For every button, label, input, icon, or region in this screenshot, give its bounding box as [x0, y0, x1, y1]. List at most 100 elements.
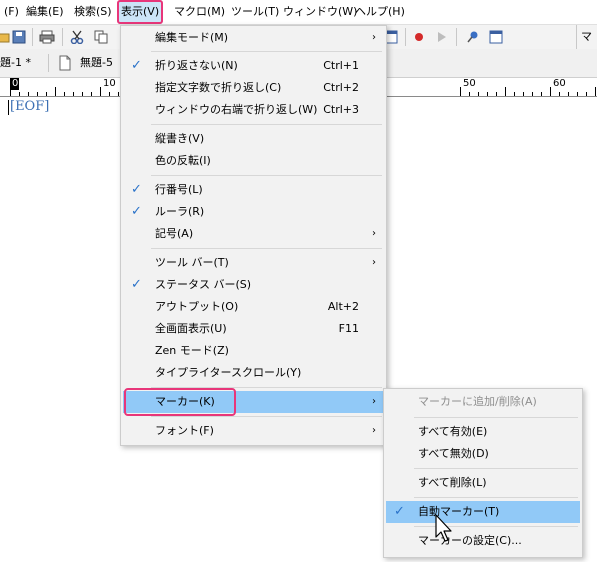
menu-separator: [151, 416, 382, 417]
ruler-tick: [595, 87, 596, 96]
menu-item-edit-mode[interactable]: 編集モード(M) ›: [123, 27, 384, 49]
menu-tools[interactable]: ツール(T): [227, 0, 283, 24]
check-icon: ✓: [131, 182, 142, 197]
tab-untitled-1[interactable]: 題-1 *: [0, 52, 31, 74]
menu-bar: (F) 編集(E) 検索(S) 表示(V) マクロ(M) ツール(T) ウィンド…: [0, 0, 597, 24]
menu-window[interactable]: ウィンドウ(W): [279, 0, 361, 24]
menu-item-toolbar[interactable]: ツール バー(T) ›: [123, 252, 384, 274]
menu-item-enable-all[interactable]: すべて有効(E): [386, 421, 580, 443]
ruler-label: 10: [103, 78, 116, 89]
menu-item-invert-colors[interactable]: 色の反転(I): [123, 150, 384, 172]
menu-item-status-bar[interactable]: ✓ ステータス バー(S): [123, 274, 384, 296]
check-icon: ✓: [131, 58, 142, 73]
ruler-tick: [73, 92, 74, 96]
ruler-tick: [577, 92, 578, 96]
menu-item-label: 全画面表示(U): [155, 322, 227, 335]
ruler-tick: [496, 92, 497, 96]
mouse-pointer-icon: [435, 514, 452, 542]
ruler-tick: [550, 87, 551, 96]
menu-item-label: 記号(A): [155, 227, 194, 240]
menu-item-label: ステータス バー(S): [155, 278, 252, 291]
save-icon[interactable]: [10, 28, 28, 46]
menu-item-add-remove-marker[interactable]: マーカーに追加/削除(A): [386, 391, 580, 413]
ruler-tick: [532, 92, 533, 96]
menu-item-shortcut: F11: [338, 322, 359, 335]
menu-search[interactable]: 検索(S): [70, 0, 116, 24]
menu-edit[interactable]: 編集(E): [22, 0, 68, 24]
menu-item-wrap-window[interactable]: ウィンドウの右端で折り返し(W) Ctrl+3: [123, 99, 384, 121]
menu-item-zen-mode[interactable]: Zen モード(Z): [123, 340, 384, 362]
play-icon[interactable]: [432, 28, 450, 46]
ruler-tick: [460, 87, 461, 96]
ruler-tick: [19, 92, 20, 96]
menu-item-label: 縦書き(V): [155, 132, 205, 145]
menu-item-label: ルーラ(R): [155, 205, 205, 218]
ruler-tick: [28, 92, 29, 96]
chevron-right-icon: ›: [372, 257, 376, 268]
menu-separator: [414, 468, 578, 469]
menu-help[interactable]: ヘルプ(H): [351, 0, 409, 24]
menu-item-label: マーカーに追加/削除(A): [418, 395, 537, 408]
menu-item-shortcut: Ctrl+1: [323, 59, 359, 72]
menu-item-label: 指定文字数で折り返し(C): [155, 81, 282, 94]
ruler-tick: [82, 92, 83, 96]
cut-icon[interactable]: [68, 28, 86, 46]
menu-item-delete-all[interactable]: すべて削除(L): [386, 472, 580, 494]
menu-separator: [151, 248, 382, 249]
menu-item-label: すべて無効(D): [418, 447, 489, 460]
record-icon[interactable]: [410, 28, 428, 46]
menu-item-output[interactable]: アウトプット(O) Alt+2: [123, 296, 384, 318]
menu-separator: [414, 417, 578, 418]
window-icon[interactable]: [487, 28, 505, 46]
menu-item-typewriter-scroll[interactable]: タイプライタースクロール(Y): [123, 362, 384, 384]
ruler-label: 60: [553, 78, 566, 89]
menu-item-label: タイプライタースクロール(Y): [155, 366, 302, 379]
toolbar-separator: [62, 28, 63, 46]
eof-marker: [EOF]: [10, 99, 50, 114]
print-icon[interactable]: [38, 28, 56, 46]
menu-item-line-numbers[interactable]: ✓ 行番号(L): [123, 179, 384, 201]
marker-submenu: マーカーに追加/削除(A) すべて有効(E) すべて無効(D) すべて削除(L)…: [383, 388, 583, 558]
toolbar-separator: [456, 28, 457, 46]
menu-item-disable-all[interactable]: すべて無効(D): [386, 443, 580, 465]
menu-item-fullscreen[interactable]: 全画面表示(U) F11: [123, 318, 384, 340]
ruler-tick: [109, 92, 110, 96]
menu-separator: [151, 124, 382, 125]
ruler-label: 50: [463, 78, 476, 89]
ruler-tick: [469, 92, 470, 96]
toolbar-dropdown[interactable]: マ: [576, 25, 597, 49]
menu-item-label: 行番号(L): [155, 183, 203, 196]
check-icon: ✓: [131, 277, 142, 292]
menu-macro[interactable]: マクロ(M): [170, 0, 229, 24]
menu-separator: [151, 175, 382, 176]
ruler-tick: [10, 87, 11, 96]
ruler-label: 0: [12, 78, 19, 89]
ruler-tick: [64, 92, 65, 96]
menu-item-shortcut: Ctrl+2: [323, 81, 359, 94]
menu-item-vertical[interactable]: 縦書き(V): [123, 128, 384, 150]
ruler-tick: [541, 92, 542, 96]
menu-item-font[interactable]: フォント(F) ›: [123, 420, 384, 442]
menu-item-label: Zen モード(Z): [155, 344, 229, 357]
menu-view[interactable]: 表示(V): [117, 0, 164, 24]
copy-icon[interactable]: [92, 28, 110, 46]
menu-separator: [414, 497, 578, 498]
ruler-tick: [514, 92, 515, 96]
menu-item-marker-settings[interactable]: マーカーの設定(C)...: [386, 530, 580, 552]
menu-item-label: 色の反転(I): [155, 154, 211, 167]
menu-item-ruler[interactable]: ✓ ルーラ(R): [123, 201, 384, 223]
menu-separator: [151, 51, 382, 52]
tab-untitled-5[interactable]: 無題-5: [80, 52, 113, 74]
text-cursor: [8, 100, 9, 115]
menu-item-no-wrap[interactable]: ✓ 折り返さない(N) Ctrl+1: [123, 55, 384, 77]
chevron-right-icon: ›: [372, 396, 376, 407]
ruler-tick: [523, 92, 524, 96]
menu-item-wrap-by-chars[interactable]: 指定文字数で折り返し(C) Ctrl+2: [123, 77, 384, 99]
pin-icon[interactable]: [464, 28, 482, 46]
ruler-tick: [55, 87, 56, 96]
menu-file[interactable]: (F): [0, 0, 23, 24]
menu-item-auto-marker[interactable]: ✓ 自動マーカー(T): [386, 501, 580, 523]
menu-item-label: すべて有効(E): [418, 425, 488, 438]
menu-item-symbols[interactable]: 記号(A) ›: [123, 223, 384, 245]
ruler-tick: [37, 92, 38, 96]
